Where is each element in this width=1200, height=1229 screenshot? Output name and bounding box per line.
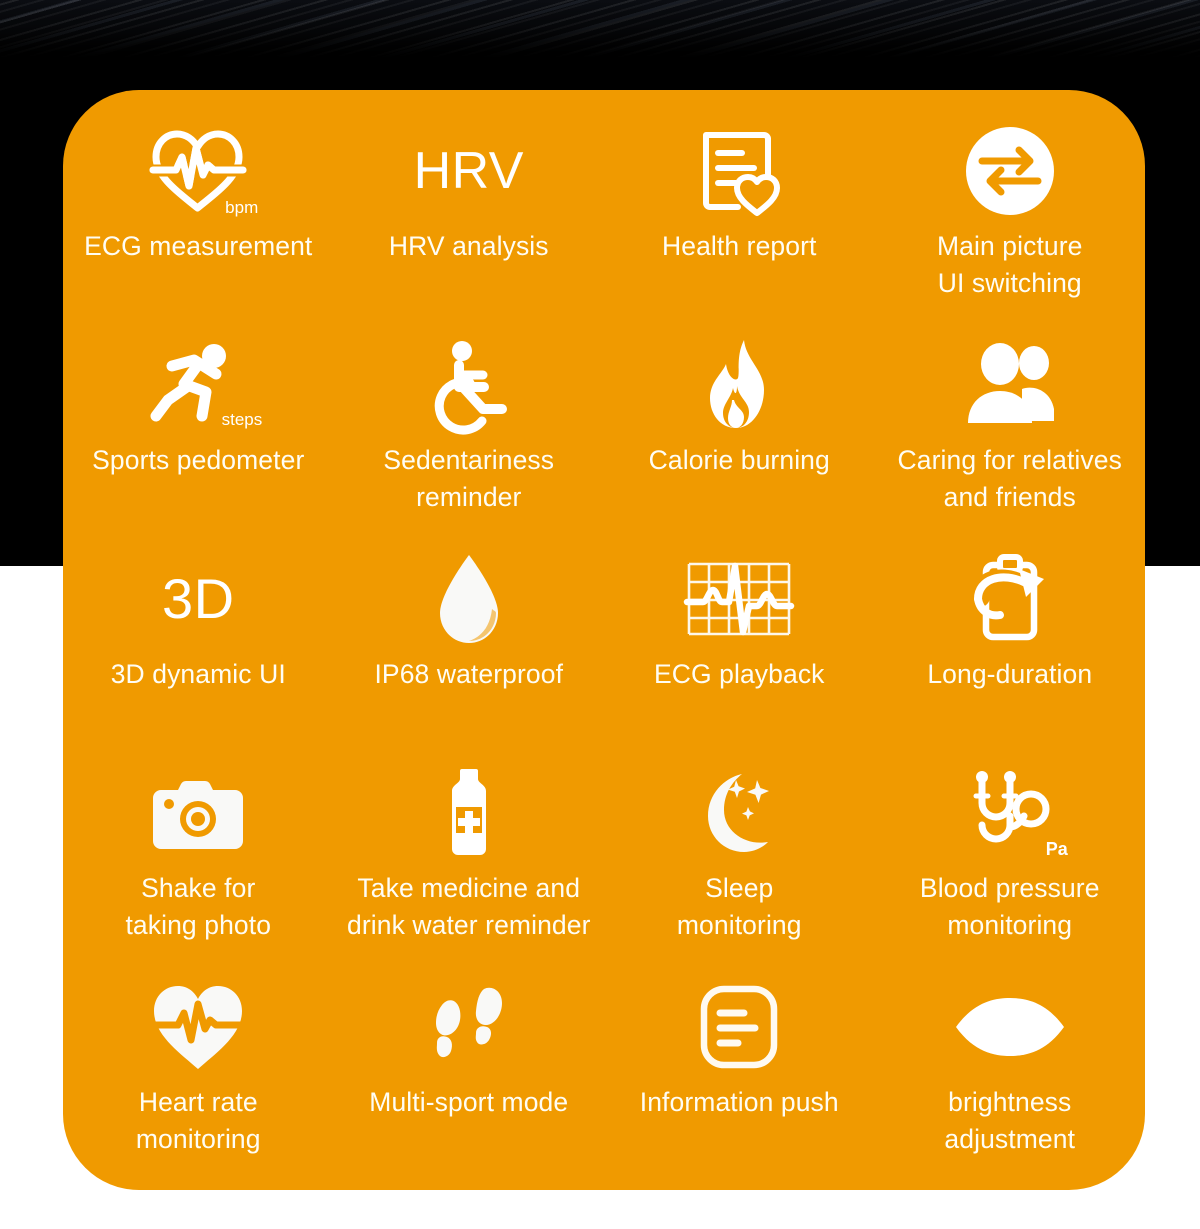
document-heart-icon [696,118,782,224]
feature-label: Shake for taking photo [125,873,272,940]
footprints-icon [432,974,506,1080]
feature-item-sports-pedometer[interactable]: steps Sports pedometer [63,326,334,540]
feature-item-ecg-playback[interactable]: ECG playback [604,540,875,754]
feature-label: Information push [639,1087,839,1117]
icon-caption-bpm: bpm [225,198,259,217]
feature-label: Multi-sport mode [369,1087,569,1117]
feature-label: Sedentariness reminder [383,445,555,512]
wheelchair-icon [426,332,512,438]
feature-item-ecg-measurement[interactable]: bpm ECG measurement [63,112,334,326]
feature-label: Blood pressure monitoring [919,873,1100,940]
feature-item-brightness-adjustment[interactable]: brightness adjustment [875,968,1146,1182]
feature-label: Sleep monitoring [676,873,802,940]
camera-icon [153,760,244,866]
hrv-glyph: HRV [413,142,524,200]
feature-item-3d-dynamic-ui[interactable]: 3D 3D dynamic UI [63,540,334,754]
backdrop-texture-strip [0,0,1200,58]
heart-ecg-outline-icon: bpm [146,118,258,224]
medicine-bottle-icon [443,760,495,866]
feature-item-calorie-burning[interactable]: Calorie burning [604,326,875,540]
crescent-moon-stars-icon [696,760,782,866]
feature-item-information-push[interactable]: Information push [604,968,875,1182]
feature-label: ECG measurement [84,231,313,261]
feature-label: ECG playback [653,659,825,689]
feature-item-ui-switching[interactable]: Main picture UI switching [875,112,1146,326]
stethoscope-icon: Pa [968,760,1068,866]
feature-label: Sports pedometer [92,445,305,475]
feature-card: bpm ECG measurement HRV HRV analysis Hea… [63,90,1145,1190]
swap-arrows-circle-icon [964,118,1056,224]
feature-label: 3D dynamic UI [110,659,286,689]
feature-label: HRV analysis [388,231,549,261]
feature-label: Take medicine and drink water reminder [346,873,591,940]
running-person-icon: steps [148,332,262,438]
two-people-icon [962,332,1058,438]
feature-item-heart-rate-monitoring[interactable]: Heart rate monitoring [63,968,334,1182]
feature-item-health-report[interactable]: Health report [604,112,875,326]
feature-item-sedentariness-reminder[interactable]: Sedentariness reminder [334,326,605,540]
three-d-glyph: 3D [161,567,235,630]
feature-label: Long-duration [927,659,1093,689]
flame-icon [704,332,774,438]
feature-item-shake-photo[interactable]: Shake for taking photo [63,754,334,968]
feature-label: brightness adjustment [944,1087,1076,1154]
feature-item-caring-relatives[interactable]: Caring for relatives and friends [875,326,1146,540]
feature-label: Health report [662,231,817,261]
feature-label: Heart rate monitoring [135,1087,261,1154]
icon-caption-steps: steps [221,410,263,429]
feature-item-multi-sport-mode[interactable]: Multi-sport mode [334,968,605,1182]
heart-pulse-filled-icon [148,974,248,1080]
message-lines-rounded-icon [698,974,780,1080]
feature-item-hrv-analysis[interactable]: HRV HRV analysis [334,112,605,326]
icon-caption-pa: Pa [1045,839,1068,859]
feature-label: Calorie burning [648,445,830,475]
feature-grid: bpm ECG measurement HRV HRV analysis Hea… [63,90,1145,1190]
hrv-text-icon: HRV [414,118,524,224]
feature-item-long-duration[interactable]: Long-duration [875,540,1146,754]
water-droplet-icon [436,546,502,652]
feature-item-blood-pressure[interactable]: Pa Blood pressure monitoring [875,754,1146,968]
feature-item-medicine-water-reminder[interactable]: Take medicine and drink water reminder [334,754,605,968]
three-d-text-icon: 3D [162,546,235,652]
feature-item-sleep-monitoring[interactable]: Sleep monitoring [604,754,875,968]
feature-item-ip68-waterproof[interactable]: IP68 waterproof [334,540,605,754]
eye-icon [954,974,1066,1080]
feature-label: IP68 waterproof [374,659,564,689]
feature-label: Main picture UI switching [936,231,1083,298]
clipboard-refresh-arrow-icon [964,546,1056,652]
feature-label: Caring for relatives and friends [897,445,1122,512]
ecg-grid-waveform-icon [684,546,795,652]
